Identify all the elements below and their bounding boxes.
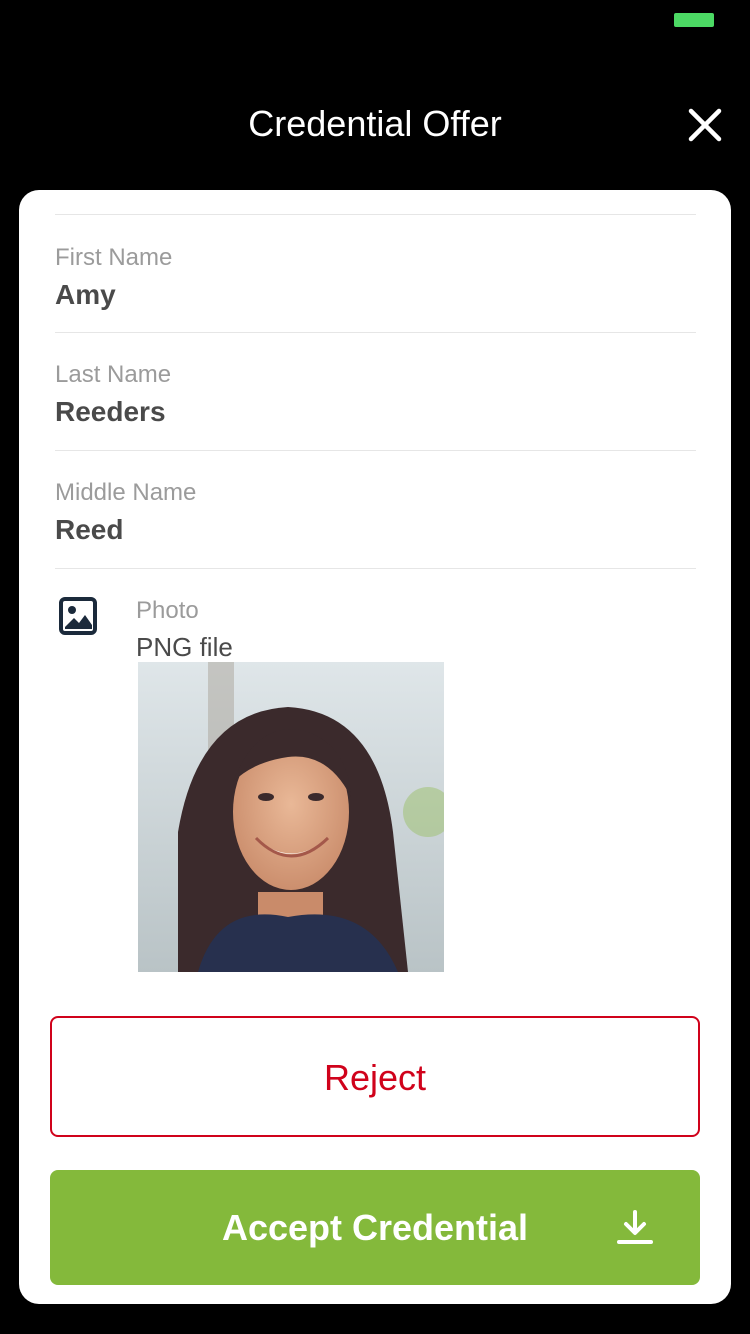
page-title: Credential Offer — [248, 103, 502, 144]
middle-name-value: Reed — [55, 514, 124, 545]
middle-name-label: Middle Name — [55, 479, 197, 506]
photo-label: Photo — [136, 597, 199, 624]
first-name-label: First Name — [55, 244, 173, 271]
reject-label: Reject — [323, 1057, 427, 1098]
header: Credential Offer — [0, 70, 750, 180]
credential-card: First Name Amy Last Name Reeders Middle … — [19, 190, 731, 1304]
last-name-label: Last Name — [55, 361, 172, 388]
divider — [55, 450, 696, 451]
battery-icon — [674, 13, 714, 27]
download-icon — [617, 1210, 653, 1244]
first-name-value: Amy — [55, 279, 116, 310]
reject-button[interactable]: Reject — [50, 1016, 700, 1137]
divider — [55, 568, 696, 569]
close-icon — [688, 108, 722, 142]
image-icon — [59, 597, 97, 635]
last-name-value: Reeders — [55, 396, 166, 427]
divider — [55, 332, 696, 333]
photo-preview — [138, 662, 444, 972]
accept-label: Accept Credential — [221, 1207, 529, 1248]
close-button[interactable] — [682, 102, 728, 148]
accept-credential-button[interactable]: Accept Credential — [50, 1170, 700, 1285]
photo-file-type: PNG file — [136, 632, 233, 662]
divider — [55, 214, 696, 215]
status-bar — [0, 0, 750, 40]
